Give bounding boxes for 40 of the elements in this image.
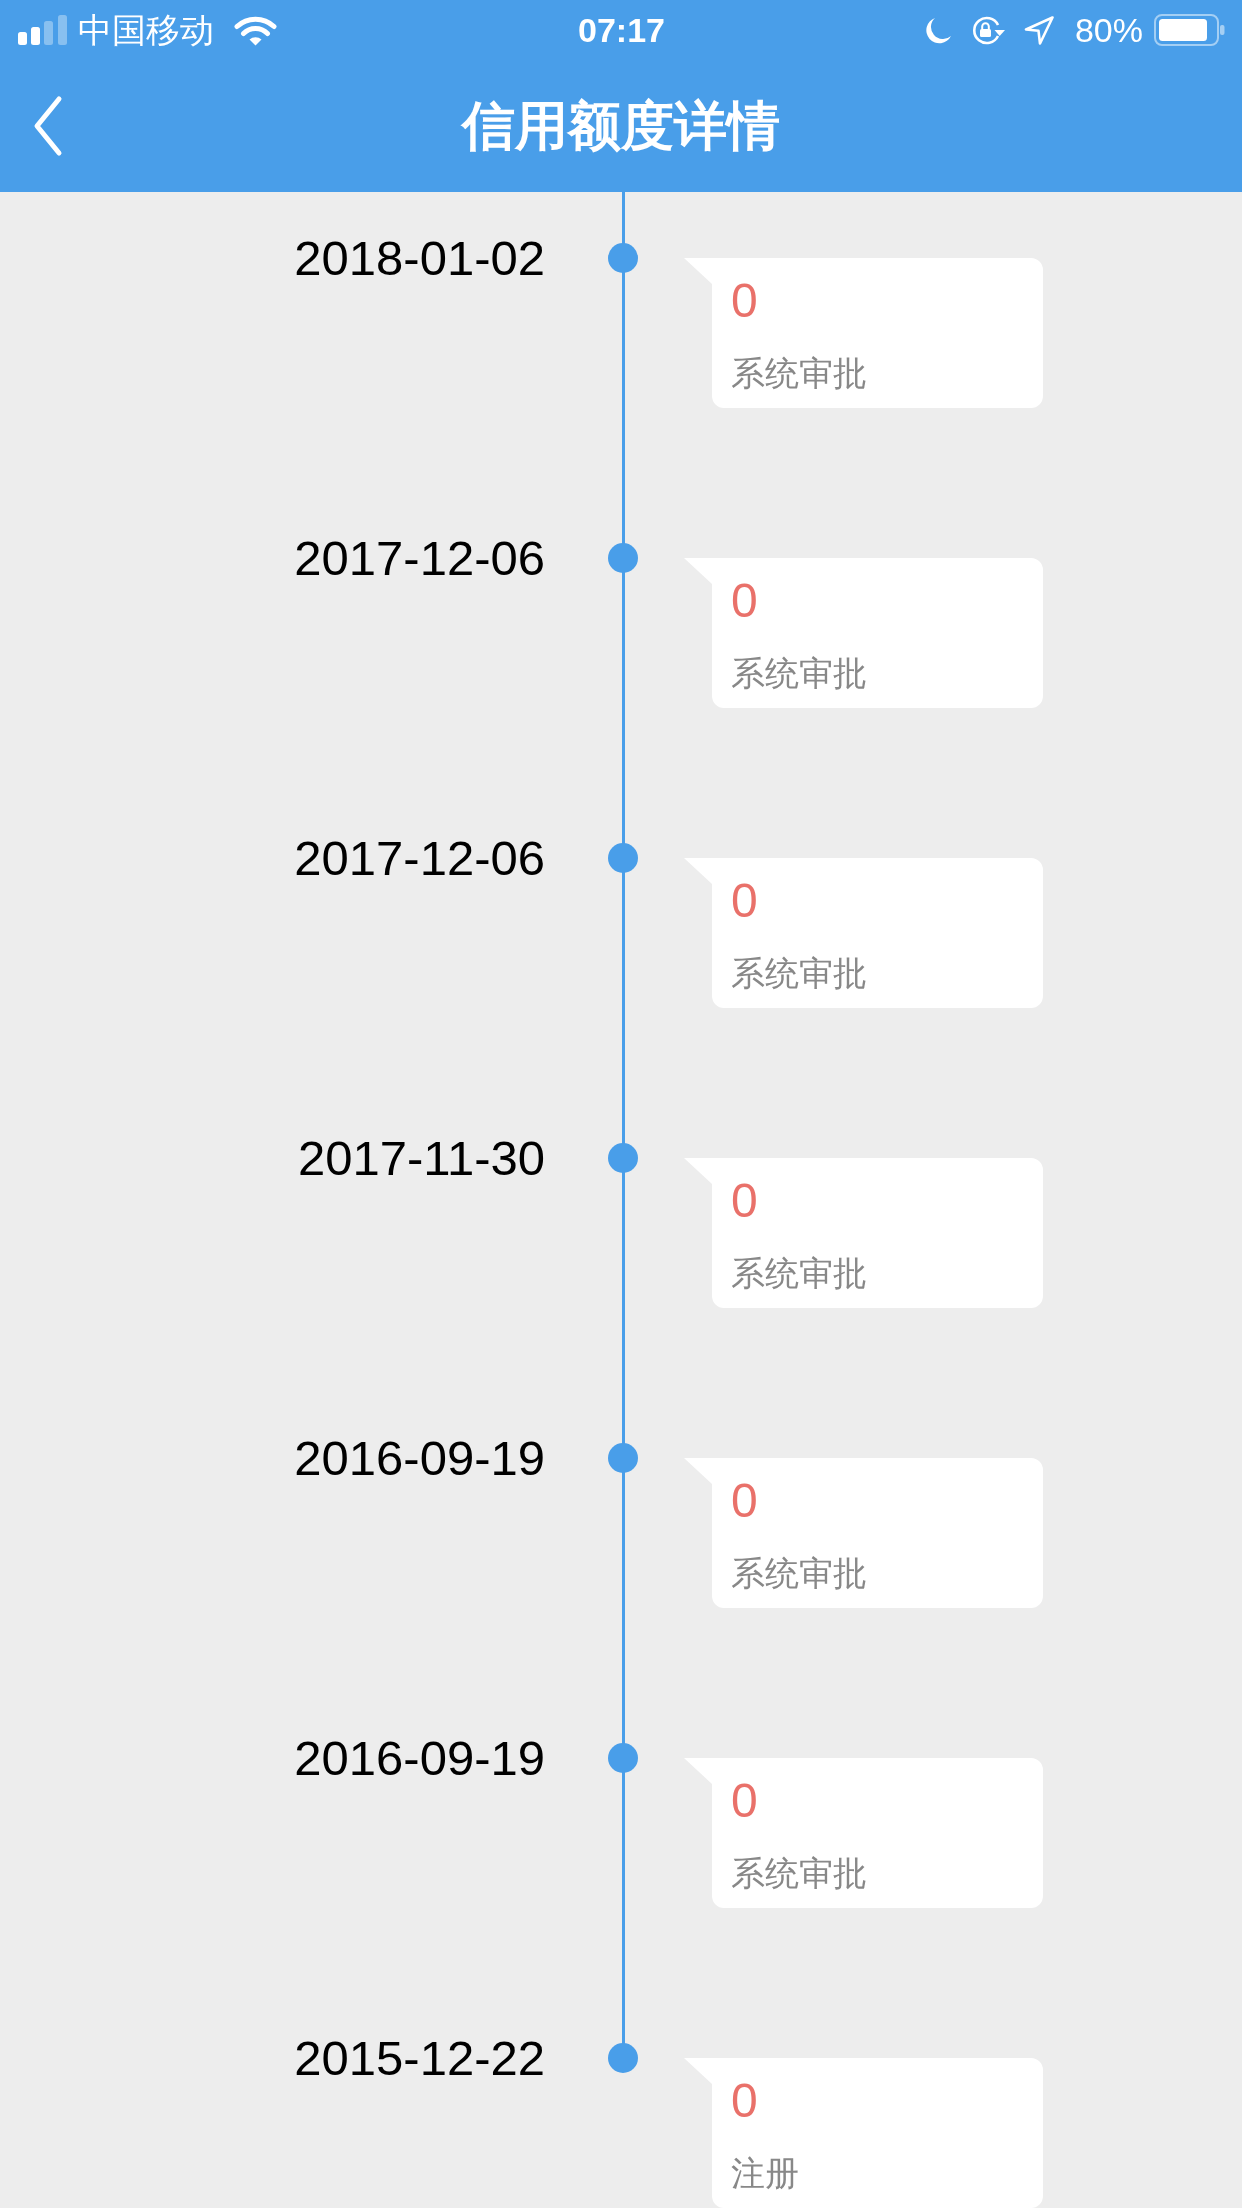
amount-text: 0 [731, 273, 758, 328]
timeline-dot [608, 2043, 638, 2073]
timeline-dot [608, 843, 638, 873]
amount-text: 0 [731, 573, 758, 628]
page-title: 信用额度详情 [462, 95, 780, 157]
chevron-left-icon [33, 95, 63, 157]
back-button[interactable] [33, 95, 63, 157]
carrier-text: 中国移动 [78, 10, 214, 50]
timeline-dot [608, 243, 638, 273]
amount-text: 0 [731, 1773, 758, 1828]
date-text: 2017-11-30 [298, 1130, 545, 1186]
description-text: 系统审批 [731, 653, 867, 694]
timeline-dot [608, 1143, 638, 1173]
date-text: 2018-01-02 [294, 230, 545, 286]
description-text: 注册 [731, 2153, 799, 2194]
amount-text: 0 [731, 873, 758, 928]
description-text: 系统审批 [731, 353, 867, 394]
timeline-dot [608, 1743, 638, 1773]
date-text: 2017-12-06 [294, 830, 545, 886]
date-text: 2017-12-06 [294, 530, 545, 586]
timeline-dot [608, 543, 638, 573]
battery-icon [1154, 14, 1225, 46]
amount-text: 0 [731, 1473, 758, 1528]
date-text: 2015-12-22 [294, 2030, 545, 2086]
wifi-icon [234, 14, 277, 46]
moon-icon [923, 16, 952, 44]
amount-text: 0 [731, 1173, 758, 1228]
location-arrow-icon [1023, 15, 1054, 45]
clock-time: 07:17 [578, 10, 665, 50]
date-text: 2016-09-19 [294, 1430, 545, 1486]
description-text: 系统审批 [731, 1553, 867, 1594]
date-text: 2016-09-19 [294, 1730, 545, 1786]
signal-icon [18, 15, 67, 45]
battery-percent: 80% [1074, 10, 1143, 50]
description-text: 系统审批 [731, 953, 867, 994]
amount-text: 0 [731, 2073, 758, 2128]
timeline-dot [608, 1443, 638, 1473]
description-text: 系统审批 [731, 1853, 867, 1894]
rotation-lock-icon [970, 15, 1006, 45]
description-text: 系统审批 [731, 1253, 867, 1294]
